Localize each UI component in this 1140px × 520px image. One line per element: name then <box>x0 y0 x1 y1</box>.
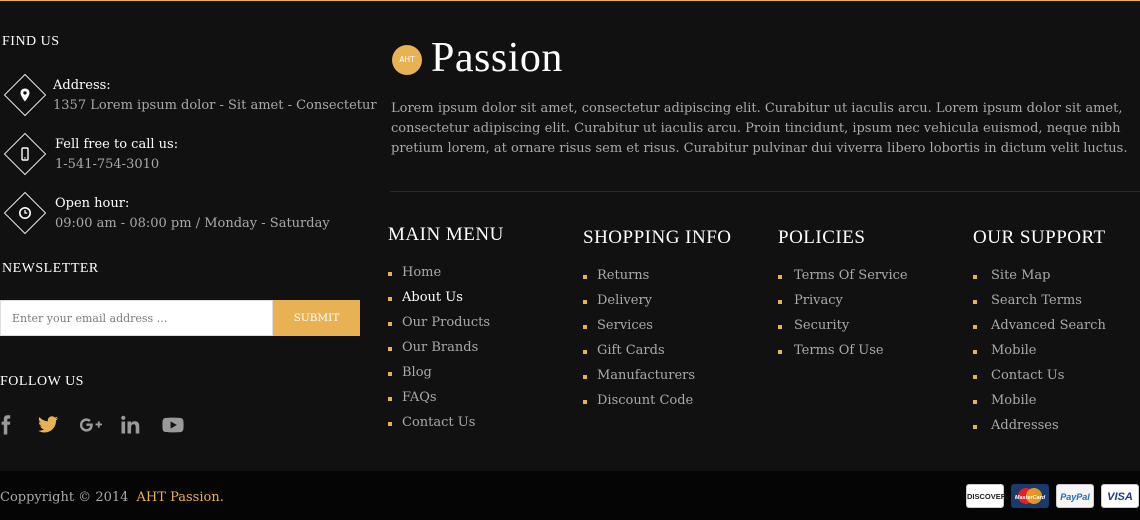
clock-icon <box>3 191 47 235</box>
twitter-icon[interactable] <box>37 415 59 435</box>
top-accent-line <box>0 0 1140 1</box>
address-value: 1357 Lorem ipsum dolor - Sit amet - Cons… <box>53 98 377 113</box>
youtube-icon[interactable] <box>162 415 184 435</box>
find-us-heading: FIND US <box>2 34 60 49</box>
main-menu-item-home[interactable]: Home <box>388 265 504 290</box>
main-menu-item-our-products[interactable]: Our Products <box>388 315 504 340</box>
policies-menu: POLICIES Terms Of Service Privacy Securi… <box>778 227 908 368</box>
shopping-info-menu: SHOPPING INFO Returns Delivery Services … <box>583 227 732 418</box>
main-menu: MAIN MENU Home About Us Our Products Our… <box>388 224 504 440</box>
paypal-icon: PayPal <box>1056 484 1094 508</box>
support-item-search-terms[interactable]: Search Terms <box>973 293 1106 318</box>
phone-label: Fell free to call us: <box>55 137 179 152</box>
copyright-text: Coppyright © 2014 <box>0 490 129 505</box>
shopping-info-heading: SHOPPING INFO <box>583 227 732 248</box>
mobile-phone-icon <box>3 132 47 176</box>
mastercard-icon: MasterCard <box>1011 484 1049 508</box>
section-divider <box>390 191 1140 192</box>
map-pin-icon <box>3 73 47 117</box>
our-support-menu: OUR SUPPORT Site Map Search Terms Advanc… <box>973 227 1106 443</box>
support-item-mobile[interactable]: Mobile <box>973 393 1106 418</box>
newsletter-submit-button[interactable]: SUBMIT <box>273 300 360 336</box>
facebook-icon[interactable] <box>0 415 12 435</box>
policies-item-terms-of-service[interactable]: Terms Of Service <box>778 268 908 293</box>
policies-item-privacy[interactable]: Privacy <box>778 293 908 318</box>
brand-description: Lorem ipsum dolor sit amet, consectetur … <box>391 101 1128 156</box>
shopping-item-discount-code[interactable]: Discount Code <box>583 393 732 418</box>
shopping-item-manufacturers[interactable]: Manufacturers <box>583 368 732 393</box>
shopping-item-returns[interactable]: Returns <box>583 268 732 293</box>
shopping-item-services[interactable]: Services <box>583 318 732 343</box>
support-item-mobile[interactable]: Mobile <box>973 343 1106 368</box>
support-item-contact-us[interactable]: Contact Us <box>973 368 1106 393</box>
main-menu-item-our-brands[interactable]: Our Brands <box>388 340 504 365</box>
policies-heading: POLICIES <box>778 227 866 248</box>
footer-bottom-bar: Coppyright © 2014 AHT Passion. DISCOVER … <box>0 471 1140 520</box>
policies-item-terms-of-use[interactable]: Terms Of Use <box>778 343 908 368</box>
main-menu-heading: MAIN MENU <box>388 224 504 245</box>
our-support-heading: OUR SUPPORT <box>973 227 1106 248</box>
hours-value: 09:00 am - 08:00 pm / Monday - Saturday <box>55 216 330 231</box>
hours-label: Open hour: <box>55 196 130 211</box>
discover-card-icon: DISCOVER <box>966 484 1006 508</box>
shopping-item-delivery[interactable]: Delivery <box>583 293 732 318</box>
brand-logo-badge: AHT <box>392 45 422 75</box>
newsletter-heading: NEWSLETTER <box>2 261 99 276</box>
main-menu-item-contact-us[interactable]: Contact Us <box>388 415 504 440</box>
support-item-site-map[interactable]: Site Map <box>973 268 1106 293</box>
copyright-brand-link[interactable]: AHT Passion. <box>137 490 224 505</box>
linkedin-icon[interactable] <box>121 415 140 435</box>
google-plus-icon[interactable] <box>79 415 102 435</box>
copyright: Coppyright © 2014 AHT Passion. <box>0 490 224 505</box>
support-item-addresses[interactable]: Addresses <box>973 418 1106 443</box>
address-label: Address: <box>53 78 111 93</box>
visa-icon: VISA <box>1101 484 1139 508</box>
shopping-item-gift-cards[interactable]: Gift Cards <box>583 343 732 368</box>
brand-name: Passion <box>431 35 563 81</box>
main-menu-item-about-us[interactable]: About Us <box>388 290 504 315</box>
policies-item-security[interactable]: Security <box>778 318 908 343</box>
newsletter-email-input[interactable] <box>0 300 273 336</box>
phone-value: 1-541-754-3010 <box>55 157 160 172</box>
support-item-advanced-search[interactable]: Advanced Search <box>973 318 1106 343</box>
main-menu-item-blog[interactable]: Blog <box>388 365 504 390</box>
main-menu-item-faqs[interactable]: FAQs <box>388 390 504 415</box>
follow-us-heading: FOLLOW US <box>0 374 84 389</box>
